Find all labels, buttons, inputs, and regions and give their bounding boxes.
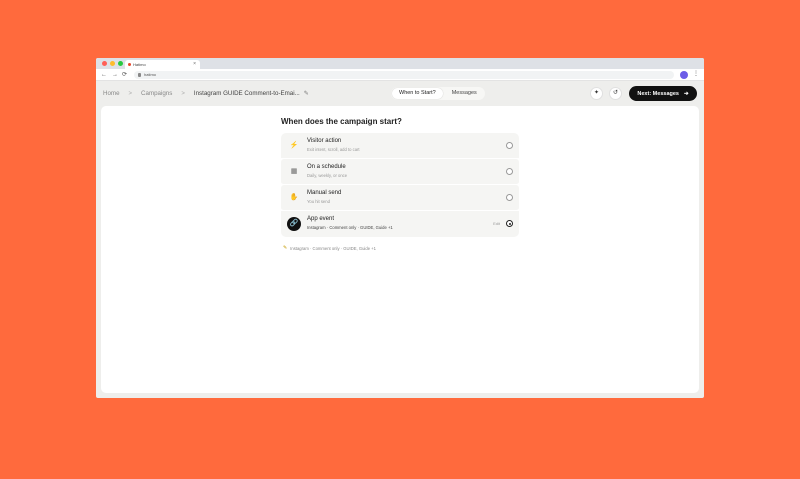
option-title: Manual send — [307, 190, 342, 196]
breadcrumb-separator: > — [181, 90, 185, 97]
calendar-icon: ▦ — [290, 168, 298, 175]
next-messages-button[interactable]: Next: Messages ➔ — [629, 86, 697, 101]
breadcrumb-campaigns[interactable]: Campaigns — [141, 90, 172, 97]
trigger-options: ⚡ Visitor action Exit intent, scroll, ad… — [281, 133, 519, 237]
address-bar-row: ← → ⟳ hatimo ⋮ — [96, 69, 704, 81]
breadcrumb: Home > Campaigns > Instagram GUIDE Comme… — [103, 81, 309, 106]
tab-close-icon[interactable]: × — [193, 60, 196, 69]
breadcrumb-separator: > — [128, 90, 133, 97]
main-panel: When does the campaign start? ⚡ Visitor … — [101, 106, 699, 393]
browser-tab-bar: Hatimo × — [96, 58, 704, 69]
url-text: hatimo — [144, 72, 157, 77]
app-header: Home > Campaigns > Instagram GUIDE Comme… — [96, 81, 704, 106]
browser-menu-icon[interactable]: ⋮ — [693, 69, 699, 80]
browser-tab-title: Hatimo — [133, 62, 146, 67]
option-subtitle: Instagram · Comment only · GUIDE, Guide … — [307, 225, 393, 230]
option-title: Visitor action — [307, 138, 342, 144]
reload-icon[interactable]: ⟳ — [122, 70, 127, 80]
minimize-window-dot[interactable] — [110, 61, 115, 66]
hand-icon: ✋ — [289, 194, 299, 201]
link-icon: 🔗 — [287, 217, 301, 231]
trigger-summary: ✎ Instagram · Comment only · GUIDE, Guid… — [283, 245, 376, 251]
tab-when-to-start[interactable]: When to Start? — [392, 88, 443, 99]
option-subtitle: You hit send — [307, 199, 330, 204]
option-radio[interactable] — [506, 168, 513, 175]
maximize-window-dot[interactable] — [118, 61, 123, 66]
bolt-icon: ⚡ — [289, 142, 299, 149]
url-field[interactable]: hatimo — [134, 71, 674, 79]
option-radio-selected[interactable] — [506, 220, 513, 227]
browser-window: Hatimo × ← → ⟳ hatimo ⋮ Home > Campaigns… — [96, 58, 704, 398]
tab-messages[interactable]: Messages — [445, 88, 484, 99]
option-manual-send[interactable]: ✋ Manual send You hit send — [281, 185, 519, 211]
option-app-event[interactable]: 🔗 App event Instagram · Comment only · G… — [281, 211, 519, 237]
pencil-icon: ✎ — [283, 245, 288, 251]
option-title: On a schedule — [307, 164, 346, 170]
option-on-a-schedule[interactable]: ▦ On a schedule Daily, weekly, or once — [281, 159, 519, 185]
close-window-dot[interactable] — [102, 61, 107, 66]
option-visitor-action[interactable]: ⚡ Visitor action Exit intent, scroll, ad… — [281, 133, 519, 159]
sparkle-icon[interactable]: ✦ — [590, 87, 603, 100]
option-subtitle: Exit intent, scroll, add to cart — [307, 147, 360, 152]
lock-icon — [138, 73, 141, 77]
option-subtitle: Daily, weekly, or once — [307, 173, 348, 178]
breadcrumb-current: Instagram GUIDE Comment-to-Emai... — [193, 90, 300, 97]
edit-title-icon[interactable]: ✎ — [304, 90, 309, 97]
option-radio[interactable] — [506, 142, 513, 149]
forward-icon[interactable]: → — [112, 70, 118, 80]
next-button-label: Next: Messages — [637, 90, 679, 97]
edit-option-link[interactable]: Edit — [493, 221, 500, 226]
profile-avatar[interactable] — [680, 71, 688, 79]
summary-text: Instagram · Comment only · GUIDE, Guide … — [290, 245, 376, 251]
window-controls — [102, 61, 123, 66]
option-radio[interactable] — [506, 194, 513, 201]
browser-tab[interactable]: Hatimo × — [125, 60, 200, 69]
history-icon[interactable]: ↺ — [609, 87, 622, 100]
favicon-icon — [128, 63, 131, 66]
option-title: App event — [307, 216, 335, 222]
step-tabs: When to Start? Messages — [391, 87, 485, 100]
arrow-right-icon: ➔ — [683, 90, 689, 97]
back-icon[interactable]: ← — [101, 70, 107, 80]
breadcrumb-home[interactable]: Home — [103, 90, 120, 97]
page-title: When does the campaign start? — [281, 117, 402, 126]
